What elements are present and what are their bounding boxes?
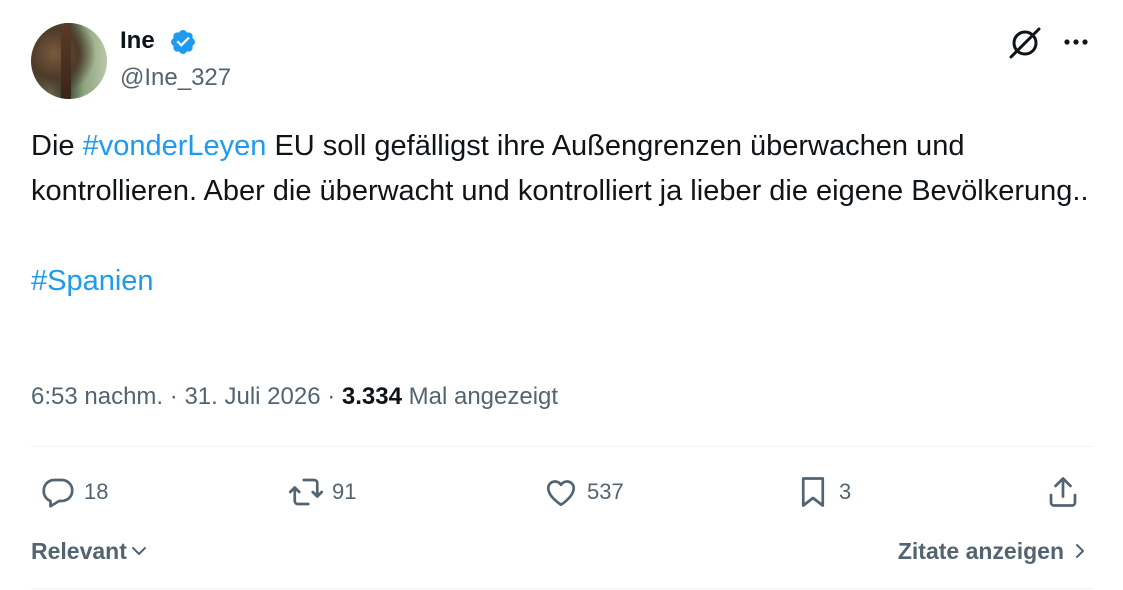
share-icon <box>1049 477 1077 507</box>
view-quotes-link[interactable]: Zitate anzeigen <box>898 533 1090 569</box>
more-icon[interactable] <box>1058 24 1094 60</box>
bookmark-icon <box>801 477 825 507</box>
display-name[interactable]: Ine <box>120 26 155 56</box>
divider <box>31 446 1093 447</box>
chevron-right-icon <box>1076 544 1084 558</box>
bookmark-count: 3 <box>839 479 852 504</box>
grok-icon[interactable] <box>1006 24 1044 62</box>
repost-count: 91 <box>332 479 357 504</box>
tweet-meta: 6:53 nachm. · 31. Juli 2026 · 3.334 Mal … <box>31 380 558 414</box>
like-button[interactable]: 537 <box>543 470 624 514</box>
tweet-text: Die #vonderLeyen EU soll gefälligst ihre… <box>31 124 1101 304</box>
repost-button[interactable]: 91 <box>288 470 356 514</box>
separator: · <box>327 383 336 410</box>
sort-dropdown[interactable]: Relevant <box>31 533 149 569</box>
bookmark-button[interactable]: 3 <box>795 470 851 514</box>
divider <box>31 588 1093 589</box>
hashtag-link[interactable]: #vonderLeyen <box>83 130 267 162</box>
share-button[interactable] <box>1045 470 1081 514</box>
verified-badge-icon <box>171 30 195 54</box>
reply-button[interactable]: 18 <box>40 470 108 514</box>
views-count[interactable]: 3.334 <box>342 383 402 410</box>
tweet-date[interactable]: 31. Juli 2026 <box>184 383 320 410</box>
repost-icon <box>288 478 324 506</box>
heart-icon <box>546 480 576 507</box>
tweet-time[interactable]: 6:53 nachm. <box>31 383 163 410</box>
separator: · <box>169 383 178 410</box>
handle[interactable]: @Ine_327 <box>120 63 231 93</box>
views-label[interactable]: Mal angezeigt <box>409 383 558 410</box>
tweet-text-part: Die <box>31 130 83 162</box>
sort-label: Relevant <box>31 538 127 564</box>
avatar[interactable] <box>31 23 107 99</box>
reply-count: 18 <box>84 479 109 504</box>
hashtag-link[interactable]: #Spanien <box>31 265 154 297</box>
view-quotes-label: Zitate anzeigen <box>897 538 1064 564</box>
chevron-down-icon <box>131 547 146 555</box>
reply-icon <box>42 478 74 508</box>
like-count: 537 <box>587 479 624 504</box>
